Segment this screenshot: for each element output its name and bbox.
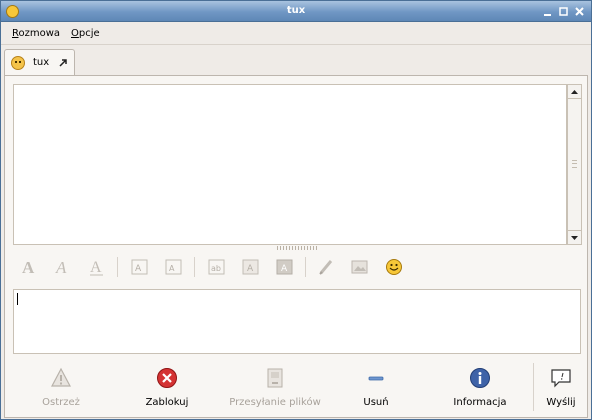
svg-text:A: A: [90, 259, 102, 276]
block-icon: [156, 367, 178, 389]
scroll-down-icon[interactable]: [568, 230, 581, 244]
tab-tux[interactable]: tux: [4, 49, 75, 76]
fg-color-icon[interactable]: A: [241, 257, 261, 277]
message-input[interactable]: [13, 289, 581, 354]
chat-window: tux Rozmowa Opcje tux A A A A A ab A A O…: [0, 0, 592, 420]
remove-label: Usuń: [363, 397, 389, 408]
file-transfer-icon: [264, 367, 286, 389]
svg-text:A: A: [281, 264, 288, 274]
minimize-icon[interactable]: [541, 5, 554, 18]
underline-icon[interactable]: A: [87, 257, 107, 277]
warn-label: Ostrzeż: [42, 397, 80, 408]
menu-rozmowa[interactable]: Rozmowa: [12, 28, 60, 39]
pane-splitter[interactable]: [277, 246, 319, 250]
font-shrink-icon[interactable]: A: [164, 257, 184, 277]
menu-bar: Rozmowa Opcje: [1, 22, 591, 45]
tab-detach-icon[interactable]: [57, 57, 69, 69]
file-transfer-label: Przesyłanie plików: [229, 397, 321, 408]
svg-text:A: A: [247, 264, 254, 274]
title-bar[interactable]: tux: [1, 1, 591, 22]
history-scrollbar[interactable]: [567, 84, 582, 245]
menu-opcje[interactable]: Opcje: [71, 28, 100, 39]
warning-icon: [50, 367, 72, 389]
send-label: Wyślij: [546, 397, 576, 408]
tab-strip: tux: [1, 45, 591, 76]
svg-text:A: A: [55, 258, 67, 277]
conversation-panel: A A A A A ab A A Ostrzeż Zablokuj Przesy…: [4, 75, 588, 418]
maximize-icon[interactable]: [557, 5, 570, 18]
close-icon[interactable]: [573, 5, 586, 18]
block-button[interactable]: Zablokuj: [137, 367, 197, 411]
scroll-thumb[interactable]: [568, 99, 581, 230]
bold-icon[interactable]: A: [19, 257, 39, 277]
action-bar: Ostrzeż Zablokuj Przesyłanie plików Usuń: [5, 359, 587, 417]
smiley-icon[interactable]: [384, 257, 404, 277]
warn-button[interactable]: Ostrzeż: [31, 367, 91, 411]
svg-text:ab: ab: [211, 264, 221, 273]
send-button[interactable]: Wyślij: [541, 367, 581, 411]
svg-text:A: A: [22, 258, 35, 277]
file-transfer-button[interactable]: Przesyłanie plików: [227, 367, 323, 411]
info-button[interactable]: Informacja: [447, 367, 513, 411]
format-toolbar: A A A A A ab A A: [13, 253, 581, 283]
svg-text:A: A: [169, 264, 175, 273]
svg-text:A: A: [135, 264, 142, 274]
insert-link-icon[interactable]: [316, 257, 336, 277]
insert-image-icon[interactable]: [350, 257, 370, 277]
remove-button[interactable]: Usuń: [349, 367, 403, 411]
bg-color-icon[interactable]: A: [275, 257, 295, 277]
scroll-up-icon[interactable]: [568, 85, 581, 99]
message-history[interactable]: [13, 84, 567, 245]
tab-label: tux: [33, 57, 50, 68]
remove-icon: [365, 367, 387, 389]
text-cursor: [17, 293, 18, 305]
buddy-status-icon: [11, 56, 25, 70]
font-face-icon[interactable]: ab: [207, 257, 227, 277]
block-label: Zablokuj: [145, 397, 189, 408]
info-label: Informacja: [453, 397, 507, 408]
italic-icon[interactable]: A: [53, 257, 73, 277]
send-message-icon: [550, 367, 572, 389]
info-icon: [469, 367, 491, 389]
window-title: tux: [286, 5, 306, 16]
font-grow-icon[interactable]: A: [130, 257, 150, 277]
